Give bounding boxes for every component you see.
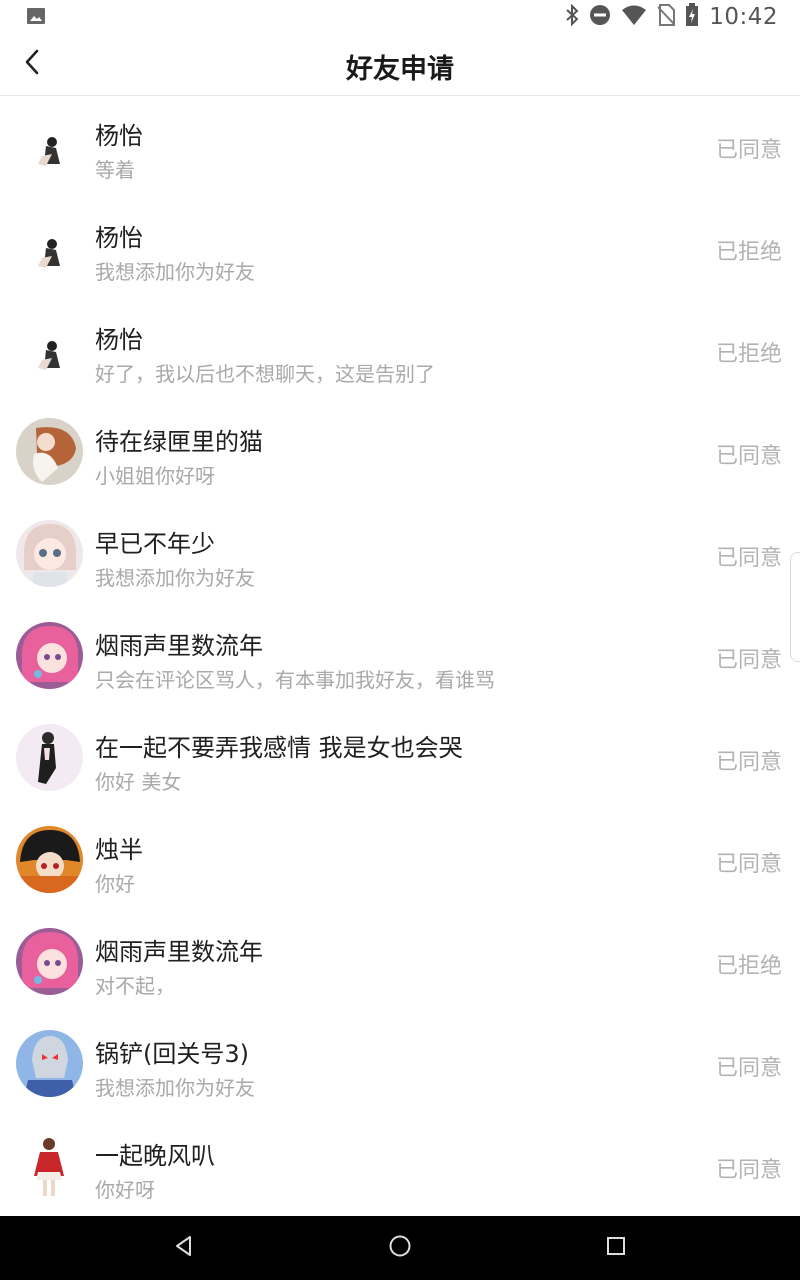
request-status: 已同意 [715,648,782,673]
request-message: 你好呀 [95,1178,155,1202]
request-message: 等着 [95,158,135,182]
request-status: 已同意 [715,852,782,877]
request-status: 已同意 [715,1158,782,1183]
request-status: 已同意 [715,444,782,469]
friend-request-row[interactable]: 杨怡 等着 已同意 [0,96,800,198]
system-nav-bar [0,1216,800,1280]
avatar[interactable] [16,622,83,689]
request-name: 杨怡 [95,326,143,354]
avatar[interactable] [16,826,83,893]
request-name: 杨怡 [95,122,143,150]
back-triangle-icon [173,1235,195,1261]
friend-request-row[interactable]: 杨怡 我想添加你为好友 已拒绝 [0,198,800,300]
avatar[interactable] [16,1132,83,1199]
avatar[interactable] [16,724,83,791]
edge-handle[interactable] [790,552,800,662]
home-circle-icon [388,1234,412,1262]
request-status: 已拒绝 [715,342,782,367]
request-message: 对不起， [95,974,175,998]
wifi-icon [621,4,647,30]
request-name: 在一起不要弄我感情 我是女也会哭 [95,734,463,762]
request-name: 早已不年少 [95,530,215,558]
request-message: 好了，我以后也不想聊天，这是告别了 [95,362,435,386]
request-name: 锅铲(回关号3) [95,1040,249,1068]
friend-request-row[interactable]: 烟雨声里数流年 只会在评论区骂人，有本事加我好友，看谁骂 已同意 [0,606,800,708]
request-message: 小姐姐你好呀 [95,464,215,488]
request-status: 已同意 [715,1056,782,1081]
request-status: 已同意 [715,750,782,775]
request-message: 我想添加你为好友 [95,1076,255,1100]
request-message: 我想添加你为好友 [95,260,255,284]
page-title: 好友申请 [346,54,454,85]
friend-request-row[interactable]: 杨怡 好了，我以后也不想聊天，这是告别了 已拒绝 [0,300,800,402]
request-status: 已拒绝 [715,240,782,265]
request-name: 一起晚风叭 [95,1142,215,1170]
friend-request-row[interactable]: 在一起不要弄我感情 我是女也会哭 你好 美女 已同意 [0,708,800,810]
battery-charging-icon [685,3,699,31]
friend-request-row[interactable]: 待在绿匣里的猫 小姐姐你好呀 已同意 [0,402,800,504]
recents-square-icon [605,1235,627,1261]
friend-request-list[interactable]: 杨怡 等着 已同意 杨怡 我想添加你为好友 已拒绝 杨怡 好了，我以后也不想聊天… [0,96,800,1216]
friend-request-row[interactable]: 烟雨声里数流年 对不起， 已拒绝 [0,912,800,1014]
status-time: 10:42 [709,4,778,30]
request-status: 已同意 [715,138,782,163]
nav-home-button[interactable] [386,1234,414,1262]
avatar[interactable] [16,214,83,281]
request-name: 烟雨声里数流年 [95,938,263,966]
request-message: 你好 美女 [95,770,182,794]
avatar[interactable] [16,316,83,383]
request-message: 只会在评论区骂人，有本事加我好友，看谁骂 [95,668,495,692]
avatar[interactable] [16,1030,83,1097]
bluetooth-icon [565,3,579,30]
no-sim-icon [657,4,676,30]
friend-request-row[interactable]: 一起晚风叭 你好呀 已同意 [0,1116,800,1216]
request-name: 杨怡 [95,224,143,252]
avatar[interactable] [16,928,83,995]
avatar[interactable] [16,520,83,587]
status-bar: 10:42 [0,0,800,34]
app-bar: 好友申请 [0,34,800,96]
request-status: 已同意 [715,546,782,571]
avatar[interactable] [16,112,83,179]
nav-back-button[interactable] [170,1234,198,1262]
request-name: 烟雨声里数流年 [95,632,263,660]
nav-recents-button[interactable] [602,1234,630,1262]
avatar[interactable] [16,418,83,485]
friend-request-row[interactable]: 早已不年少 我想添加你为好友 已同意 [0,504,800,606]
friend-request-row[interactable]: 锅铲(回关号3) 我想添加你为好友 已同意 [0,1014,800,1116]
image-icon [26,7,46,25]
do-not-disturb-icon [589,4,611,30]
friend-request-row[interactable]: 烛半 你好 已同意 [0,810,800,912]
request-name: 烛半 [95,836,143,864]
request-message: 你好 [95,872,135,896]
request-message: 我想添加你为好友 [95,566,255,590]
request-name: 待在绿匣里的猫 [95,428,263,456]
request-status: 已拒绝 [715,954,782,979]
